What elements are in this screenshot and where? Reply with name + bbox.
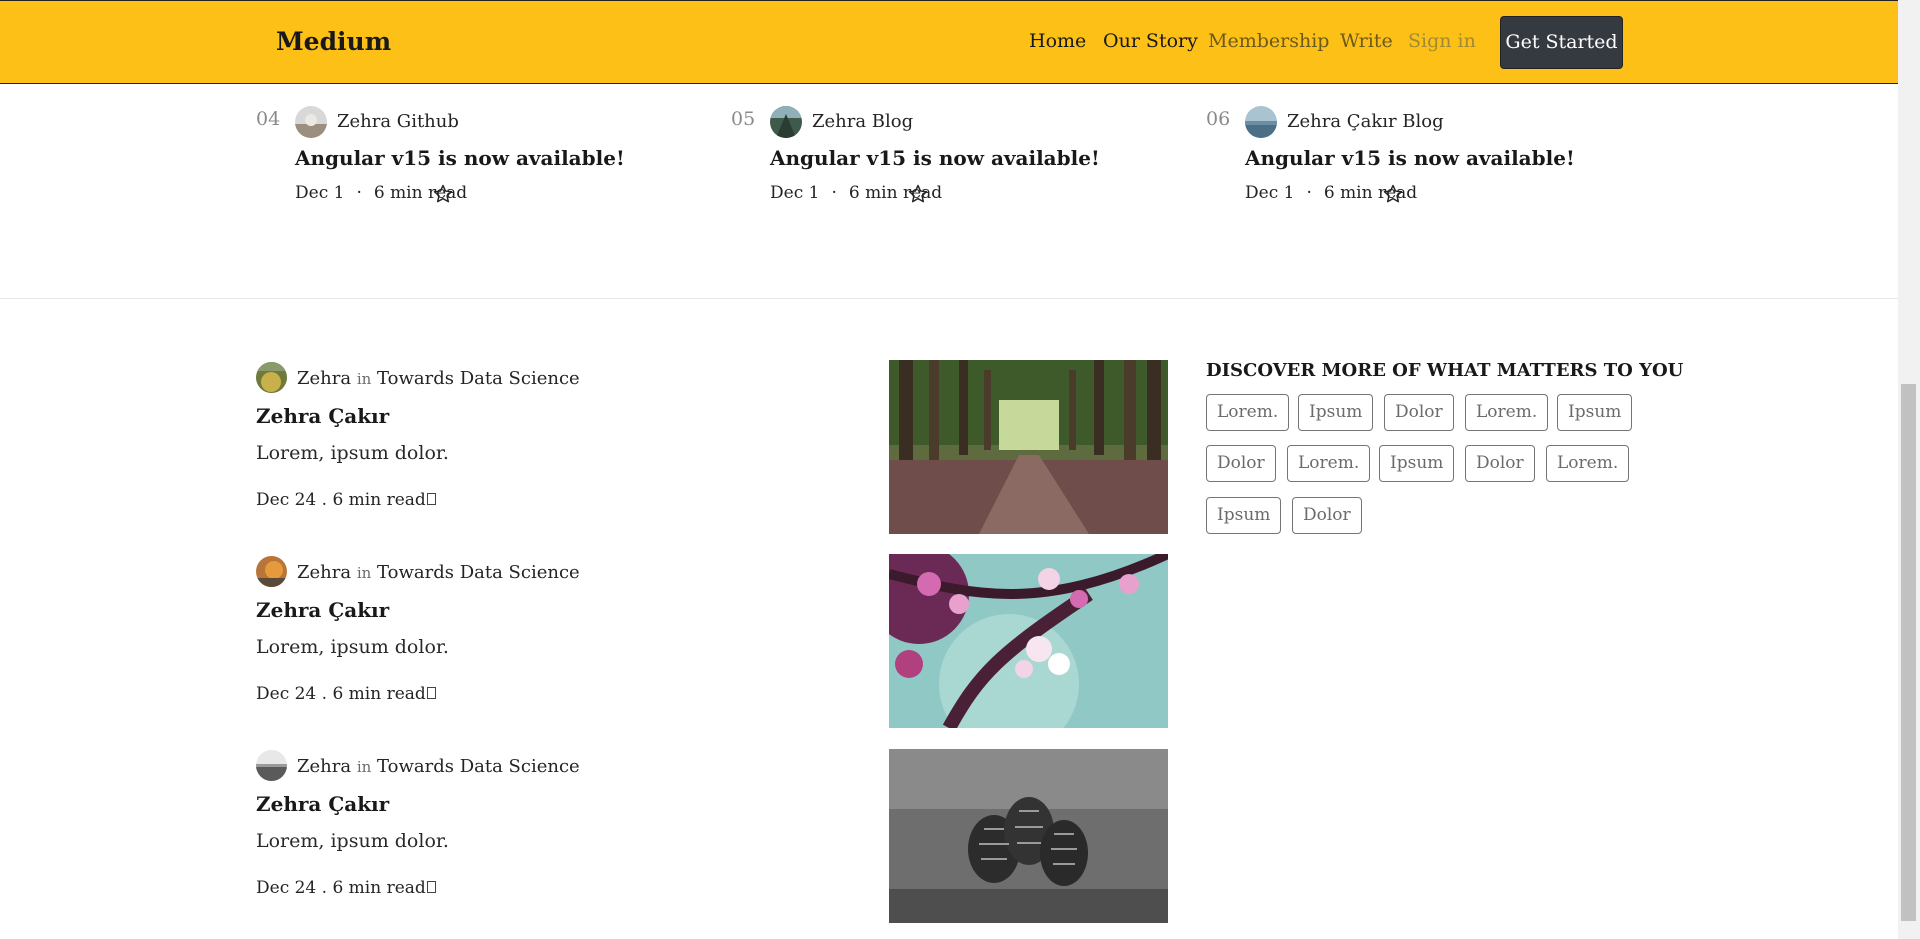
page: Medium Home Our Story Membership Write S… <box>0 0 1920 939</box>
medium-logo[interactable]: Medium <box>276 27 391 56</box>
star-icon[interactable] <box>1382 183 1404 205</box>
get-started-button[interactable]: Get Started <box>1500 16 1623 69</box>
page-scrollbar[interactable] <box>1898 0 1920 939</box>
topic-tag[interactable]: Dolor <box>1206 445 1276 482</box>
author-name[interactable]: Zehra <box>297 756 351 777</box>
meta-separator: · <box>1306 183 1312 203</box>
section-divider <box>0 298 1898 299</box>
author-avatar[interactable] <box>295 106 327 138</box>
topic-tag[interactable]: Dolor <box>1465 445 1535 482</box>
star-icon[interactable] <box>432 183 454 205</box>
discover-heading: DISCOVER MORE OF WHAT MATTERS TO YOU <box>1206 360 1684 381</box>
topic-tag[interactable]: Lorem. <box>1206 394 1290 431</box>
post-card[interactable]: Zehra in Towards Data Science Zehra Çakı… <box>256 750 856 930</box>
post-meta: Dec 24 . 6 min read <box>256 684 426 704</box>
topic-tag[interactable]: Ipsum <box>1379 445 1455 482</box>
trending-title[interactable]: Angular v15 is now available! <box>1245 146 1575 170</box>
meta-separator: · <box>831 183 837 203</box>
topic-tag[interactable]: Ipsum <box>1206 497 1282 534</box>
publication-name[interactable]: Towards Data Science <box>377 368 580 389</box>
post-thumbnail[interactable] <box>889 749 1168 923</box>
nav-sign-in-link[interactable]: Sign in <box>1408 30 1476 52</box>
post-date: Dec 1 <box>770 183 820 203</box>
in-label: in <box>356 758 372 776</box>
post-excerpt[interactable]: Lorem, ipsum dolor. <box>256 442 449 464</box>
in-label: in <box>356 370 372 388</box>
post-meta: Dec 24 . 6 min read <box>256 878 426 898</box>
publication-name[interactable]: Towards Data Science <box>377 756 580 777</box>
nav-write-link[interactable]: Write <box>1340 30 1393 52</box>
author-avatar[interactable] <box>1245 106 1277 138</box>
author-name[interactable]: Zehra Github <box>337 111 459 132</box>
publication-name[interactable]: Towards Data Science <box>377 562 580 583</box>
post-thumbnail[interactable] <box>889 554 1168 728</box>
post-excerpt[interactable]: Lorem, ipsum dolor. <box>256 636 449 658</box>
topic-tag[interactable]: Lorem. <box>1287 445 1371 482</box>
topic-tag[interactable]: Lorem. <box>1546 445 1630 482</box>
nav-membership-link[interactable]: Membership <box>1208 30 1329 52</box>
star-icon[interactable] <box>907 183 929 205</box>
post-excerpt[interactable]: Lorem, ipsum dolor. <box>256 830 449 852</box>
author-name[interactable]: Zehra <box>297 368 351 389</box>
cherry-blossom-image <box>889 554 1168 728</box>
trending-number: 05 <box>731 108 756 130</box>
topic-tag[interactable]: Dolor <box>1292 497 1362 534</box>
post-meta: Dec 24 . 6 min read <box>256 490 426 510</box>
author-name[interactable]: Zehra <box>297 562 351 583</box>
trending-number: 06 <box>1206 108 1231 130</box>
post-title[interactable]: Zehra Çakır <box>256 792 389 816</box>
post-thumbnail[interactable] <box>889 360 1168 534</box>
trending-title[interactable]: Angular v15 is now available! <box>295 146 625 170</box>
topic-tag[interactable]: Lorem. <box>1465 394 1549 431</box>
topic-tag[interactable]: Ipsum <box>1557 394 1633 431</box>
top-nav-bar: Medium Home Our Story Membership Write S… <box>0 0 1898 84</box>
post-byline: Zehra in Towards Data Science <box>297 368 580 389</box>
author-avatar[interactable] <box>256 362 287 393</box>
post-title[interactable]: Zehra Çakır <box>256 598 389 622</box>
post-date: Dec 1 <box>295 183 345 203</box>
in-label: in <box>356 564 372 582</box>
post-byline: Zehra in Towards Data Science <box>297 562 580 583</box>
topic-tag[interactable]: Dolor <box>1384 394 1454 431</box>
trending-title[interactable]: Angular v15 is now available! <box>770 146 1100 170</box>
bookmark-icon[interactable] <box>427 493 436 505</box>
nav-home-link[interactable]: Home <box>1029 30 1086 52</box>
bookmark-icon[interactable] <box>427 881 436 893</box>
author-name[interactable]: Zehra Blog <box>812 111 913 132</box>
forest-path-image <box>889 360 1168 534</box>
author-avatar[interactable] <box>256 556 287 587</box>
scrollbar-thumb[interactable] <box>1901 384 1916 921</box>
post-title[interactable]: Zehra Çakır <box>256 404 389 428</box>
meta-separator: · <box>356 183 362 203</box>
bookmark-icon[interactable] <box>427 687 436 699</box>
author-name[interactable]: Zehra Çakır Blog <box>1287 111 1444 132</box>
trending-number: 04 <box>256 108 281 130</box>
topic-tag[interactable]: Ipsum <box>1298 394 1374 431</box>
author-avatar[interactable] <box>770 106 802 138</box>
nav-our-story-link[interactable]: Our Story <box>1103 30 1198 52</box>
post-card[interactable]: Zehra in Towards Data Science Zehra Çakı… <box>256 362 856 542</box>
post-byline: Zehra in Towards Data Science <box>297 756 580 777</box>
post-date: Dec 1 <box>1245 183 1295 203</box>
post-card[interactable]: Zehra in Towards Data Science Zehra Çakı… <box>256 556 856 736</box>
pine-cones-image <box>889 749 1168 923</box>
author-avatar[interactable] <box>256 750 287 781</box>
